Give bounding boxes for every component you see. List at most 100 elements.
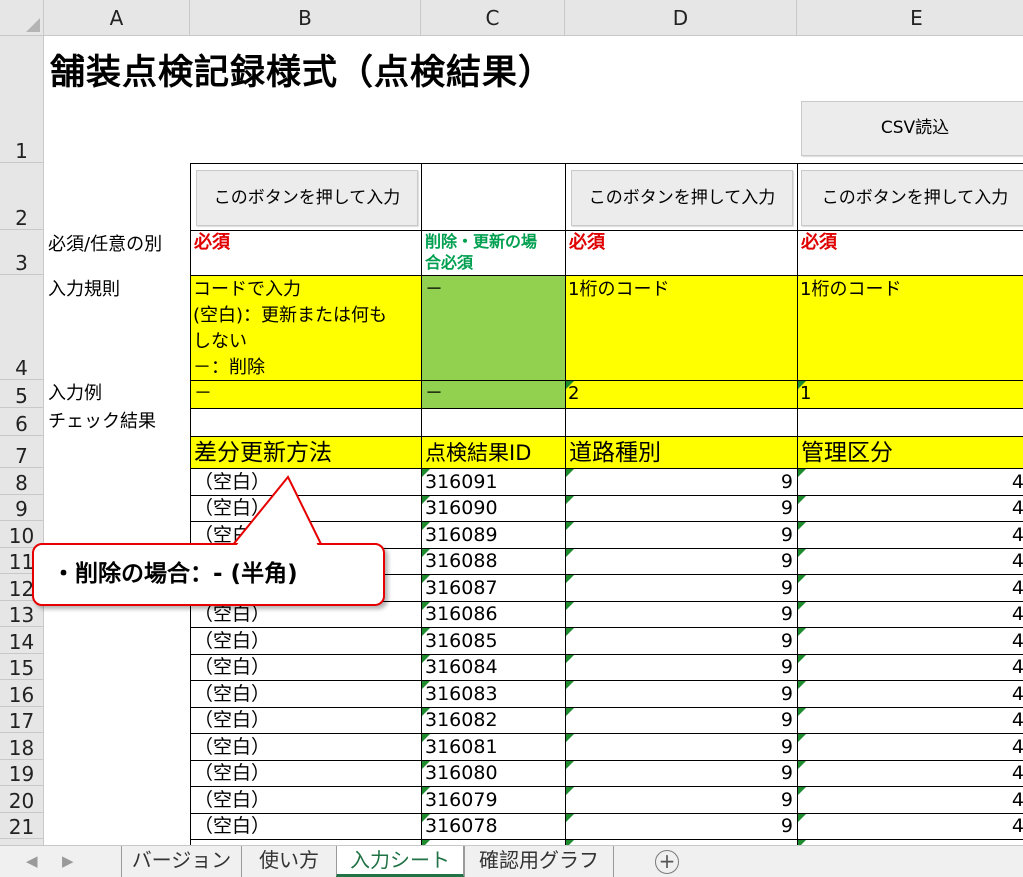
row-header-8[interactable]: 8 — [0, 468, 44, 495]
row-header-17[interactable]: 17 — [0, 707, 44, 733]
cell-e18[interactable]: 4 — [797, 733, 1023, 761]
cell-b3[interactable]: 必須 — [190, 230, 422, 276]
cell-d12[interactable]: 9 — [565, 574, 798, 602]
cell-d9[interactable]: 9 — [565, 495, 798, 522]
cell-d20[interactable]: 9 — [565, 786, 798, 814]
column-header-e[interactable]: E — [797, 0, 1023, 36]
cell-c6[interactable] — [421, 408, 566, 437]
row-header-6[interactable]: 6 — [0, 408, 44, 436]
cell-c18[interactable]: 316081 — [421, 733, 566, 761]
row-header-15[interactable]: 15 — [0, 654, 44, 680]
header-e[interactable]: 管理区分 — [797, 436, 1023, 469]
cell-e17[interactable]: 4 — [797, 707, 1023, 734]
cell-b16[interactable]: （空白） — [190, 680, 422, 708]
cell-c21[interactable]: 316078 — [421, 813, 566, 840]
cell-d18[interactable]: 9 — [565, 733, 798, 761]
header-b[interactable]: 差分更新方法 — [190, 436, 422, 469]
select-all-corner[interactable] — [0, 0, 44, 36]
cell-c17[interactable]: 316082 — [421, 707, 566, 734]
column-header-b[interactable]: B — [190, 0, 421, 36]
tab-check-graph[interactable]: 確認用グラフ — [464, 846, 614, 877]
input-button-e[interactable]: このボタンを押して入力 — [801, 170, 1023, 226]
input-button-d[interactable]: このボタンを押して入力 — [571, 170, 793, 226]
row-header-14[interactable]: 14 — [0, 627, 44, 654]
cell-d6[interactable] — [565, 408, 798, 437]
header-c[interactable]: 点検結果ID — [421, 436, 566, 469]
row-header-2[interactable]: 2 — [0, 163, 44, 230]
cell-b19[interactable]: （空白） — [190, 760, 422, 787]
cell-b20[interactable]: （空白） — [190, 786, 422, 814]
cell-e20[interactable]: 4 — [797, 786, 1023, 814]
cell-b17[interactable]: （空白） — [190, 707, 422, 734]
cell-c11[interactable]: 316088 — [421, 548, 566, 575]
cell-e19[interactable]: 4 — [797, 760, 1023, 787]
column-header-a[interactable]: A — [44, 0, 190, 36]
cell-b6[interactable] — [190, 408, 422, 437]
cell-d11[interactable]: 9 — [565, 548, 798, 575]
row-header-9[interactable]: 9 — [0, 495, 44, 521]
cell-e5[interactable]: 1 — [797, 380, 1023, 409]
cell-d17[interactable]: 9 — [565, 707, 798, 734]
cell-b8[interactable]: （空白） — [190, 468, 422, 496]
row-header-20[interactable]: 20 — [0, 786, 44, 813]
cell-e14[interactable]: 4 — [797, 627, 1023, 655]
cell-d4[interactable]: 1桁のコード — [565, 275, 798, 381]
cell-e16[interactable]: 4 — [797, 680, 1023, 708]
cell-e3[interactable]: 必須 — [797, 230, 1023, 276]
cell-c10[interactable]: 316089 — [421, 521, 566, 549]
cell-c13[interactable]: 316086 — [421, 601, 566, 628]
cell-d19[interactable]: 9 — [565, 760, 798, 787]
cell-d8[interactable]: 9 — [565, 468, 798, 496]
cell-d21[interactable]: 9 — [565, 813, 798, 840]
row-header-7[interactable]: 7 — [0, 436, 44, 468]
column-header-d[interactable]: D — [565, 0, 797, 36]
cell-c9[interactable]: 316090 — [421, 495, 566, 522]
csv-import-button[interactable]: CSV読込 — [801, 101, 1023, 156]
cell-c4[interactable]: － — [421, 275, 566, 381]
cell-e10[interactable]: 4 — [797, 521, 1023, 549]
cell-e4[interactable]: 1桁のコード — [797, 275, 1023, 381]
header-d[interactable]: 道路種別 — [565, 436, 798, 469]
cell-b4[interactable]: コードで入力 (空白)：更新または何も しない －：削除 — [190, 275, 422, 381]
cell-e8[interactable]: 4 — [797, 468, 1023, 496]
cell-b5[interactable]: － — [190, 380, 422, 409]
cell-e6[interactable] — [797, 408, 1023, 437]
tab-usage[interactable]: 使い方 — [241, 846, 336, 877]
row-header-21[interactable]: 21 — [0, 813, 44, 839]
cell-d13[interactable]: 9 — [565, 601, 798, 628]
add-sheet-icon[interactable]: + — [655, 850, 679, 874]
row-header-1[interactable]: 1 — [0, 36, 44, 163]
cell-d3[interactable]: 必須 — [565, 230, 798, 276]
cell-c16[interactable]: 316083 — [421, 680, 566, 708]
cell-e9[interactable]: 4 — [797, 495, 1023, 522]
row-header-5[interactable]: 5 — [0, 380, 44, 408]
tab-version[interactable]: バージョン — [121, 846, 241, 877]
cell-b14[interactable]: （空白） — [190, 627, 422, 655]
cell-c12[interactable]: 316087 — [421, 574, 566, 602]
cell-d5[interactable]: 2 — [565, 380, 798, 409]
cell-e11[interactable]: 4 — [797, 548, 1023, 575]
column-header-c[interactable]: C — [421, 0, 565, 36]
row-header-4[interactable]: 4 — [0, 275, 44, 380]
tab-input-sheet[interactable]: 入力シート — [336, 846, 464, 877]
cell-c14[interactable]: 316085 — [421, 627, 566, 655]
row-header-19[interactable]: 19 — [0, 760, 44, 786]
row-header-3[interactable]: 3 — [0, 230, 44, 275]
cell-b9[interactable]: （空白） — [190, 495, 422, 522]
cell-e13[interactable]: 4 — [797, 601, 1023, 628]
cell-d16[interactable]: 9 — [565, 680, 798, 708]
cell-c19[interactable]: 316080 — [421, 760, 566, 787]
cell-c20[interactable]: 316079 — [421, 786, 566, 814]
cell-c3[interactable]: 削除・更新の場 合必須 — [421, 230, 566, 276]
cell-b15[interactable]: （空白） — [190, 654, 422, 681]
row-header-16[interactable]: 16 — [0, 680, 44, 707]
chevron-right-icon[interactable]: ▶ — [62, 852, 74, 870]
cell-d15[interactable]: 9 — [565, 654, 798, 681]
cell-b18[interactable]: （空白） — [190, 733, 422, 761]
chevron-left-icon[interactable]: ◀ — [26, 852, 38, 870]
cell-e12[interactable]: 4 — [797, 574, 1023, 602]
cell-d10[interactable]: 9 — [565, 521, 798, 549]
cell-d14[interactable]: 9 — [565, 627, 798, 655]
input-button-b[interactable]: このボタンを押して入力 — [196, 170, 418, 226]
row-header-18[interactable]: 18 — [0, 733, 44, 760]
